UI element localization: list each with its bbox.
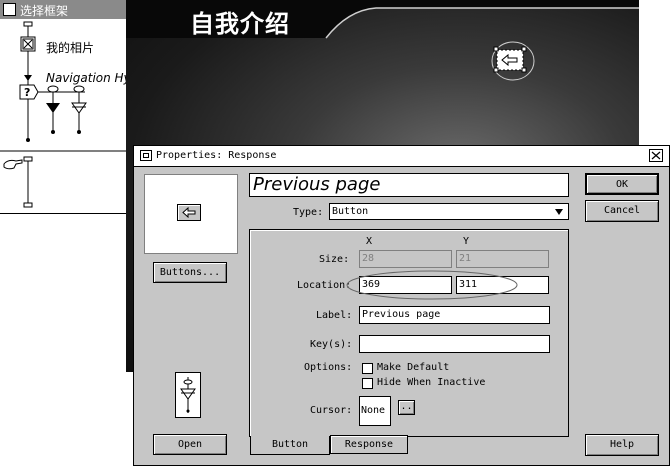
location-highlight-ellipse (346, 270, 518, 300)
options-label: Options: (304, 362, 353, 373)
size-x-field: 28 (359, 250, 452, 268)
button-tab-panel: X Y Size: 28 21 Location: 369 311 Label:… (249, 229, 569, 437)
tab-response[interactable]: Response (330, 435, 408, 454)
x-column-header: X (366, 236, 373, 247)
response-icon-2[interactable] (71, 102, 87, 114)
pointing-hand-icon (3, 159, 23, 170)
label-field[interactable]: Previous page (359, 306, 550, 324)
flowline-titlebar[interactable]: 选择框架 (0, 0, 126, 19)
close-button[interactable] (649, 149, 663, 162)
flowline-title: 选择框架 (20, 4, 69, 18)
left-arrow-icon (182, 206, 196, 219)
cursor-preview: None (359, 396, 391, 426)
dialog-titlebar[interactable]: Properties: Response (134, 146, 669, 167)
hide-when-inactive-label: Hide When Inactive (377, 377, 486, 388)
make-default-checkbox[interactable] (362, 363, 373, 374)
button-response-icon (180, 377, 196, 413)
label-label: Label: (316, 310, 353, 321)
make-default-label: Make Default (377, 362, 450, 373)
button-preview-box (144, 174, 238, 254)
response-icon-1[interactable] (46, 103, 60, 113)
cursor-label: Cursor: (310, 405, 353, 416)
tab-button[interactable]: Button (250, 436, 330, 455)
hide-when-inactive-checkbox[interactable] (362, 378, 373, 389)
previous-arrow-button-sample (177, 204, 201, 221)
response-type-icon-box (175, 372, 201, 418)
type-dropdown[interactable]: Button (329, 203, 569, 220)
ok-button[interactable]: OK (585, 173, 659, 195)
interaction-icon-label: Navigation Hyperlink (46, 71, 126, 85)
cursor-picker-button[interactable]: .. (398, 400, 415, 415)
size-y-field: 21 (456, 250, 549, 268)
type-label: Type: (293, 207, 324, 218)
display-icon-label: 我的相片 (46, 41, 95, 55)
location-label: Location: (297, 280, 352, 291)
y-column-header: Y (463, 236, 470, 247)
stage-margin (639, 0, 670, 150)
open-button[interactable]: Open (153, 434, 227, 455)
response-name-field[interactable]: Previous page (249, 173, 569, 197)
cancel-button[interactable]: Cancel (585, 200, 659, 222)
response-icon (140, 150, 152, 161)
size-label: Size: (319, 254, 350, 265)
help-button[interactable]: Help (585, 434, 659, 456)
window-icon (3, 3, 16, 16)
buttons-button[interactable]: Buttons... (153, 262, 227, 283)
dialog-title: Properties: Response (156, 150, 277, 161)
svg-text:?: ? (24, 86, 30, 99)
properties-dialog: Properties: Response Buttons... Open Pre… (133, 145, 670, 466)
type-dropdown-value: Button (332, 206, 369, 217)
keys-label: Key(s): (310, 339, 353, 350)
keys-field[interactable] (359, 335, 550, 353)
stage-title: 自我介绍 (190, 10, 290, 38)
interaction-icon[interactable]: ? (19, 84, 39, 100)
previous-page-button-preview[interactable] (490, 40, 536, 82)
flowline-window: 选择框架 ? 我的相片 Navigation H (0, 0, 127, 214)
close-icon (651, 151, 661, 160)
display-icon[interactable] (20, 36, 36, 52)
chevron-down-icon (555, 209, 563, 215)
